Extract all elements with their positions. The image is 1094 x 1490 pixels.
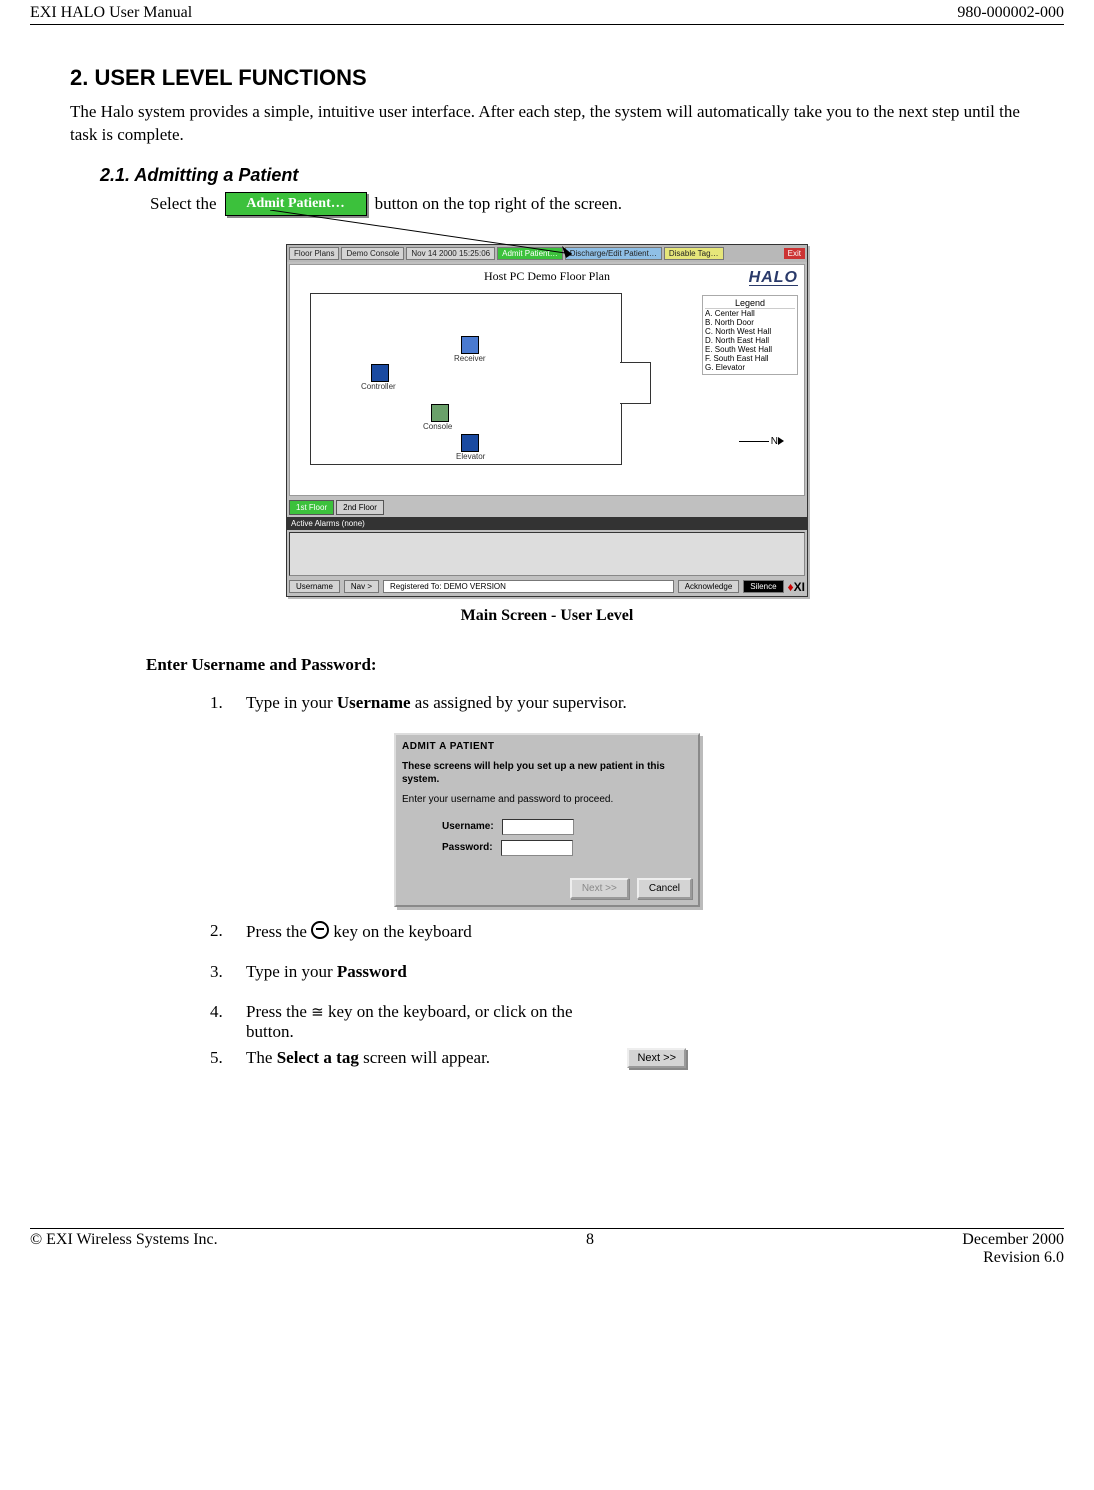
silence-button[interactable]: Silence bbox=[743, 580, 783, 593]
footer-row: © EXI Wireless Systems Inc. 8 December 2… bbox=[30, 1231, 1064, 1249]
app-topbar: Floor Plans Demo Console Nov 14 2000 15:… bbox=[287, 245, 807, 262]
legend-item: E. South West Hall bbox=[705, 345, 795, 354]
controller-label: Controller bbox=[361, 382, 396, 391]
hdr-right: 980-000002-000 bbox=[957, 4, 1064, 22]
next-button-inline[interactable]: Next >> bbox=[627, 1048, 686, 1068]
subhead: Enter Username and Password: bbox=[146, 655, 1024, 675]
status-username: Username bbox=[289, 580, 340, 593]
north-indicator: N bbox=[739, 436, 784, 447]
enter-key-icon: ≅ bbox=[311, 1003, 324, 1022]
username-label: Username: bbox=[442, 821, 494, 832]
step-2: 2. Press the key on the keyboard bbox=[210, 921, 1024, 942]
password-input[interactable] bbox=[501, 840, 573, 856]
legend-item: C. North West Hall bbox=[705, 327, 795, 336]
footer-center: 8 bbox=[586, 1231, 594, 1249]
topbar-admit-button[interactable]: Admit Patient… bbox=[497, 247, 563, 260]
topbar-exit-button[interactable]: Exit bbox=[784, 248, 805, 259]
tab-1st-floor[interactable]: 1st Floor bbox=[289, 500, 334, 515]
elevator-label: Elevator bbox=[456, 452, 485, 461]
alarms-list bbox=[289, 532, 805, 576]
legend-box: Legend A. Center Hall B. North Door C. N… bbox=[702, 295, 798, 375]
receiver-label: Receiver bbox=[454, 354, 486, 363]
footer-rule bbox=[30, 1228, 1064, 1229]
dlg-title: ADMIT A PATIENT bbox=[402, 741, 692, 752]
username-input[interactable] bbox=[502, 819, 574, 835]
console-icon bbox=[431, 404, 449, 422]
footer-right2: Revision 6.0 bbox=[983, 1249, 1064, 1267]
plan-title: Host PC Demo Floor Plan bbox=[290, 265, 804, 284]
tab-key-icon bbox=[311, 921, 329, 939]
select-pre: Select the bbox=[150, 194, 217, 214]
password-label: Password: bbox=[442, 842, 493, 853]
h2-title: 2. USER LEVEL FUNCTIONS bbox=[70, 65, 1024, 91]
chip-floorplans[interactable]: Floor Plans bbox=[289, 247, 339, 260]
page-header: EXI HALO User Manual 980-000002-000 bbox=[30, 4, 1064, 22]
receiver-icon bbox=[461, 336, 479, 354]
dlg-cancel-button[interactable]: Cancel bbox=[637, 878, 692, 899]
step-3: 3. Type in your Password bbox=[210, 962, 1024, 982]
dlg-next-button[interactable]: Next >> bbox=[570, 878, 629, 899]
elevator-icon bbox=[461, 434, 479, 452]
hdr-left: EXI HALO User Manual bbox=[30, 4, 192, 22]
xi-logo: ♦XI bbox=[788, 580, 805, 594]
legend-item: G. Elevator bbox=[705, 363, 795, 372]
intro-para: The Halo system provides a simple, intui… bbox=[70, 101, 1024, 147]
footer-right1: December 2000 bbox=[962, 1231, 1064, 1249]
admit-patient-button[interactable]: Admit Patient… bbox=[225, 192, 367, 216]
tab-2nd-floor[interactable]: 2nd Floor bbox=[336, 500, 384, 515]
console-label: Console bbox=[423, 422, 452, 431]
step-1: 1. Type in your Username as assigned by … bbox=[210, 693, 1024, 713]
legend-item: B. North Door bbox=[705, 318, 795, 327]
chip-date: Nov 14 2000 15:25:06 bbox=[406, 247, 495, 260]
hdr-rule bbox=[30, 24, 1064, 25]
halo-logo: HALO bbox=[749, 269, 798, 286]
admit-dialog-figure: ADMIT A PATIENT These screens will help … bbox=[394, 733, 700, 907]
alarms-header: Active Alarms (none) bbox=[287, 517, 807, 530]
controller-icon bbox=[371, 364, 389, 382]
h3-title: 2.1. Admitting a Patient bbox=[100, 165, 1024, 186]
select-post: button on the top right of the screen. bbox=[375, 194, 622, 214]
select-row: Select the Admit Patient… button on the … bbox=[150, 192, 1024, 216]
legend-item: F. South East Hall bbox=[705, 354, 795, 363]
main-screen-figure: Floor Plans Demo Console Nov 14 2000 15:… bbox=[286, 244, 808, 597]
chip-console[interactable]: Demo Console bbox=[341, 247, 404, 260]
step-5: 5. The Select a tag screen will appear. … bbox=[210, 1048, 1024, 1068]
footer-left: © EXI Wireless Systems Inc. bbox=[30, 1231, 218, 1249]
step-4: 4. Press the ≅ key on the keyboard, or c… bbox=[210, 1002, 1024, 1042]
ack-button[interactable]: Acknowledge bbox=[678, 580, 740, 593]
dlg-prompt: Enter your username and password to proc… bbox=[402, 794, 692, 805]
topbar-disable-button[interactable]: Disable Tag… bbox=[664, 247, 724, 260]
dlg-sub: These screens will help you set up a new… bbox=[402, 760, 692, 786]
legend-item: A. Center Hall bbox=[705, 309, 795, 318]
status-registered: Registered To: DEMO VERSION bbox=[383, 580, 674, 593]
status-nav[interactable]: Nav > bbox=[344, 580, 379, 593]
floorplan-shape: Receiver Controller Console Elevator bbox=[310, 293, 622, 465]
legend-title: Legend bbox=[705, 298, 795, 309]
legend-item: D. North East Hall bbox=[705, 336, 795, 345]
figure-caption: Main Screen - User Level bbox=[70, 607, 1024, 625]
topbar-discharge-button[interactable]: Discharge/Edit Patient… bbox=[565, 247, 662, 260]
